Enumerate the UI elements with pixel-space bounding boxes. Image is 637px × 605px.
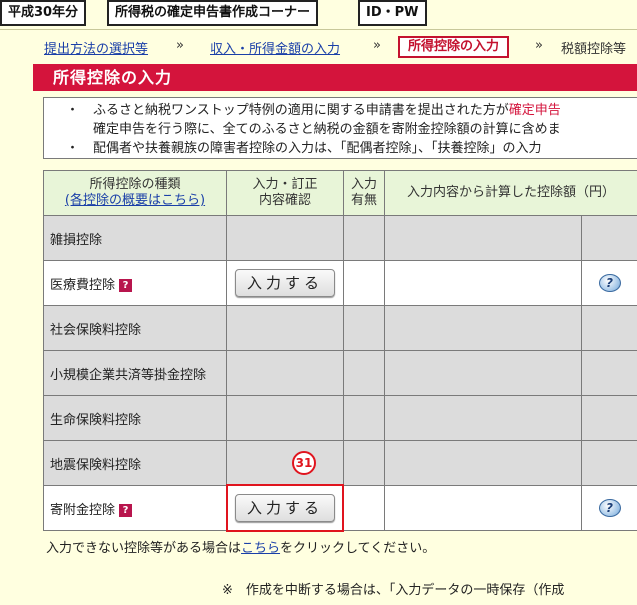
cell-empty: [580, 440, 637, 486]
cell-input-medical: 入力する: [226, 260, 344, 306]
cell-empty: [580, 215, 637, 261]
help-icon[interactable]: ?: [598, 499, 621, 517]
cell-empty: [384, 395, 582, 441]
id-pw-button[interactable]: ID・PW: [358, 0, 427, 26]
cell-empty: [343, 395, 385, 441]
app-title: 所得税の確定申告書作成コーナー: [107, 0, 319, 26]
top-bar: 平成30年分 所得税の確定申告書作成コーナー ID・PW: [0, 0, 637, 28]
header-type-label: 所得控除の種類: [89, 177, 181, 192]
table-row: 社会保険料控除: [43, 305, 637, 351]
header-has-label-1: 入力: [350, 177, 377, 192]
step-marker-circle: 31: [292, 451, 316, 475]
header-deduction-type: 所得控除の種類 (各控除の概要はこちら): [43, 170, 227, 216]
cell-amount: [384, 260, 582, 306]
footer-note: ※ 作成を中断する場合は、「入力データの一時保存（作成: [222, 583, 565, 598]
cell-empty: [226, 440, 344, 486]
header-calculated-amount: 入力内容から計算した控除額（円）: [383, 170, 637, 216]
header-has-label-2: 有無: [350, 193, 377, 208]
breadcrumb-step-submission[interactable]: 提出方法の選択等: [44, 38, 148, 57]
tax-year-badge: 平成30年分: [0, 0, 87, 26]
footer-instruction: 入力できない控除等がある場合はこちらをクリックしてください。: [46, 537, 435, 556]
row-label-donation-text: 寄附金控除: [50, 502, 116, 518]
highlight-box: [226, 484, 344, 532]
header-input-confirm: 入力・訂正 内容確認: [226, 170, 344, 216]
bullet: ・: [66, 141, 80, 156]
table-header-row: 所得控除の種類 (各控除の概要はこちら) 入力・訂正 内容確認 入力 有無 入力…: [43, 170, 637, 216]
notice-line-1: ふるさと納税ワンストップ特例の適用に関する申請書を提出された方が確定申告: [93, 101, 561, 120]
table-row: 地震保険料控除: [43, 440, 637, 486]
breadcrumb-step-tax-credit: 税額控除等: [561, 42, 627, 57]
notice-line-1-text: ふるさと納税ワンストップ特例の適用に関する申請書を提出された方が: [93, 103, 509, 118]
cell-empty: [384, 440, 582, 486]
cell-help: ?: [580, 260, 637, 306]
breadcrumb-separator: »: [176, 38, 184, 53]
cell-empty: [343, 350, 385, 396]
help-icon[interactable]: ?: [598, 274, 621, 292]
cell-empty: [226, 395, 344, 441]
cell-empty: [580, 305, 637, 351]
cell-empty: [226, 350, 344, 396]
medical-input-button[interactable]: 入力する: [235, 269, 335, 297]
header-confirm-label: 内容確認: [258, 193, 311, 208]
breadcrumb-step-income[interactable]: 収入・所得金額の入力: [210, 38, 340, 57]
section-title: 所得控除の入力: [33, 64, 637, 91]
row-label-medical: 医療費控除?: [43, 260, 227, 306]
table-row: 生命保険料控除: [43, 395, 637, 441]
row-label-earthquake-insurance: 地震保険料控除: [43, 440, 227, 486]
table-row: 雑損控除: [43, 215, 637, 261]
notice-line-1-highlight: 確定申告: [508, 103, 561, 118]
deduction-table: 所得控除の種類 (各控除の概要はこちら) 入力・訂正 内容確認 入力 有無 入力…: [43, 170, 637, 531]
breadcrumb-separator: »: [373, 38, 381, 53]
cell-empty: [226, 305, 344, 351]
row-label-social-insurance: 社会保険料控除: [43, 305, 227, 351]
cell-empty: [384, 215, 582, 261]
header-input-label: 入力・訂正: [252, 177, 318, 192]
cell-has-input: [343, 260, 385, 306]
deduction-overview-link[interactable]: (各控除の概要はこちら): [65, 193, 205, 208]
divider: [0, 29, 637, 30]
bullet: ・: [66, 103, 80, 118]
footer-text-pre: 入力できない控除等がある場合は: [46, 541, 242, 556]
table-row: 小規模企業共済等掛金控除: [43, 350, 637, 396]
cell-empty: [343, 305, 385, 351]
notice-box: ・ ふるさと納税ワンストップ特例の適用に関する申請書を提出された方が確定申告 確…: [43, 97, 637, 159]
cell-empty: [384, 350, 582, 396]
row-label-small-business-mutual-aid: 小規模企業共済等掛金控除: [43, 350, 227, 396]
footer-text-post: をクリックしてください。: [280, 541, 436, 556]
cell-empty: [226, 215, 344, 261]
cell-amount: [384, 485, 582, 531]
breadcrumb: 提出方法の選択等 » 収入・所得金額の入力 » 所得控除の入力 » 税額控除等: [0, 36, 637, 58]
row-label-donation: 寄附金控除?: [43, 485, 227, 531]
cell-has-input: [343, 485, 385, 531]
notice-line-3: 配偶者や扶養親族の障害者控除の入力は、「配偶者控除」、「扶養控除」の入力: [93, 141, 542, 156]
question-icon[interactable]: ?: [119, 278, 133, 292]
row-label-casualty-loss: 雑損控除: [43, 215, 227, 261]
row-label-life-insurance: 生命保険料控除: [43, 395, 227, 441]
cell-empty: [343, 215, 385, 261]
question-icon[interactable]: ?: [119, 503, 133, 517]
notice-line-2: 確定申告を行う際に、全てのふるさと納税の金額を寄附金控除額の計算に含めま: [93, 122, 561, 137]
cell-empty: [580, 350, 637, 396]
table-row: 医療費控除? 入力する ?: [43, 260, 637, 306]
other-deductions-link[interactable]: こちら: [241, 541, 280, 556]
cell-help: ?: [580, 485, 637, 531]
breadcrumb-current-step: 所得控除の入力: [398, 36, 510, 58]
cell-empty: [580, 395, 637, 441]
cell-empty: [343, 440, 385, 486]
cell-empty: [384, 305, 582, 351]
row-label-medical-text: 医療費控除: [50, 277, 116, 293]
header-has-input: 入力 有無: [343, 170, 385, 216]
breadcrumb-separator: »: [535, 38, 543, 53]
